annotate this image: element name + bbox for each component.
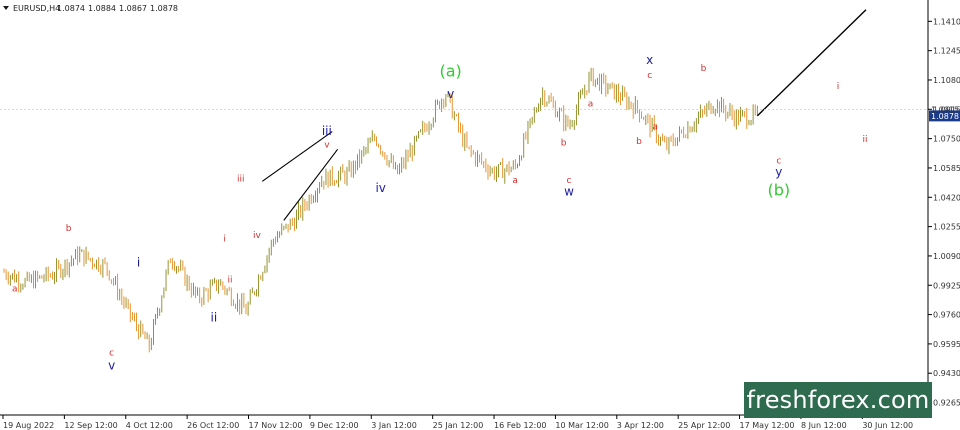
y-tick-label: 0.9595: [933, 340, 960, 349]
wave-label: iv: [253, 231, 262, 241]
wave-label: a: [12, 284, 18, 294]
wave-label: v: [108, 359, 115, 373]
wave-label: v: [447, 87, 454, 101]
wave-label: ii: [862, 135, 867, 145]
brand-watermark: freshforex.com: [744, 382, 932, 418]
wave-label: c: [109, 348, 114, 358]
header-symbol: EURUSD,H4: [13, 4, 60, 13]
wave-label: b: [66, 224, 72, 234]
wave-label: i: [837, 82, 840, 92]
y-tick-label: 1.1245: [933, 47, 960, 56]
x-tick-label: 19 Aug 2022: [3, 421, 54, 430]
wave-label: iv: [375, 181, 385, 195]
x-tick-label: 17 Nov 12:00: [249, 421, 303, 430]
x-tick-label: 4 Oct 12:00: [126, 421, 173, 430]
x-tick-label: 3 Apr 12:00: [617, 421, 664, 430]
y-tick-label: 0.9925: [933, 281, 960, 290]
x-tick-label: 30 Jun 12:00: [862, 421, 913, 430]
x-tick-label: 25 Jan 12:00: [433, 421, 484, 430]
wave-label: ii: [211, 311, 218, 325]
brand-text: freshforex.com: [746, 386, 930, 414]
header-open: 1.0874: [57, 4, 85, 13]
x-tick-label: 9 Dec 12:00: [310, 421, 359, 430]
wave-label: b: [561, 139, 567, 149]
y-tick-label: 1.1410: [933, 17, 960, 26]
wave-label: (b): [768, 181, 791, 200]
y-tick-label: 1.0585: [933, 164, 960, 173]
x-tick-label: 8 Jun 12:00: [801, 421, 847, 430]
header-low: 1.0867: [119, 4, 147, 13]
price-chart: a b c v i ii i ii iii iv iii v iv (a) v a b c w a b x c a b c y (b)…: [0, 0, 960, 430]
wave-label: y: [775, 165, 782, 179]
x-tick-label: 10 Mar 12:00: [555, 421, 608, 430]
wave-label: a: [652, 123, 658, 133]
wave-label: i: [223, 235, 226, 245]
chart-background: [0, 0, 960, 430]
y-tick-label: 0.9760: [933, 311, 960, 320]
chart-header: EURUSD,H4 1.0874 1.0884 1.0867 1.0878: [3, 4, 178, 13]
wave-label: b: [636, 137, 642, 147]
y-tick-label: 1.0255: [933, 223, 960, 232]
y-tick-label: 0.9430: [933, 369, 960, 378]
wave-label: ii: [227, 276, 232, 286]
x-tick-label: 17 May 12:00: [740, 421, 795, 430]
wave-label: iii: [237, 174, 245, 184]
wave-label: (a): [439, 61, 461, 80]
wave-label: iii: [322, 124, 332, 138]
x-tick-label: 26 Oct 12:00: [187, 421, 239, 430]
header-high: 1.0884: [88, 4, 116, 13]
y-tick-label: 1.0750: [933, 135, 960, 144]
wave-label: c: [647, 71, 652, 81]
price-level-label: 1.0915: [931, 105, 959, 114]
wave-label: b: [701, 64, 707, 74]
header-close: 1.0878: [150, 4, 178, 13]
wave-label: i: [137, 256, 140, 270]
wave-label: a: [512, 176, 518, 186]
x-tick-label: 12 Sep 12:00: [64, 421, 117, 430]
y-tick-label: 1.0090: [933, 252, 960, 261]
wave-label: x: [646, 53, 653, 67]
y-tick-label: 1.1080: [933, 76, 960, 85]
wave-label: a: [588, 100, 594, 110]
x-tick-label: 25 Apr 12:00: [678, 421, 730, 430]
x-tick-label: 3 Jan 12:00: [371, 421, 417, 430]
wave-label: v: [324, 141, 330, 151]
x-tick-label: 16 Feb 12:00: [494, 421, 546, 430]
y-tick-label: 0.9265: [933, 399, 960, 408]
wave-label: w: [564, 185, 574, 199]
chart-canvas: abcviiiiiiiiiiviiiviv(a)vabcwabxcabcy(b)…: [0, 0, 960, 430]
y-tick-label: 1.0420: [933, 193, 960, 202]
